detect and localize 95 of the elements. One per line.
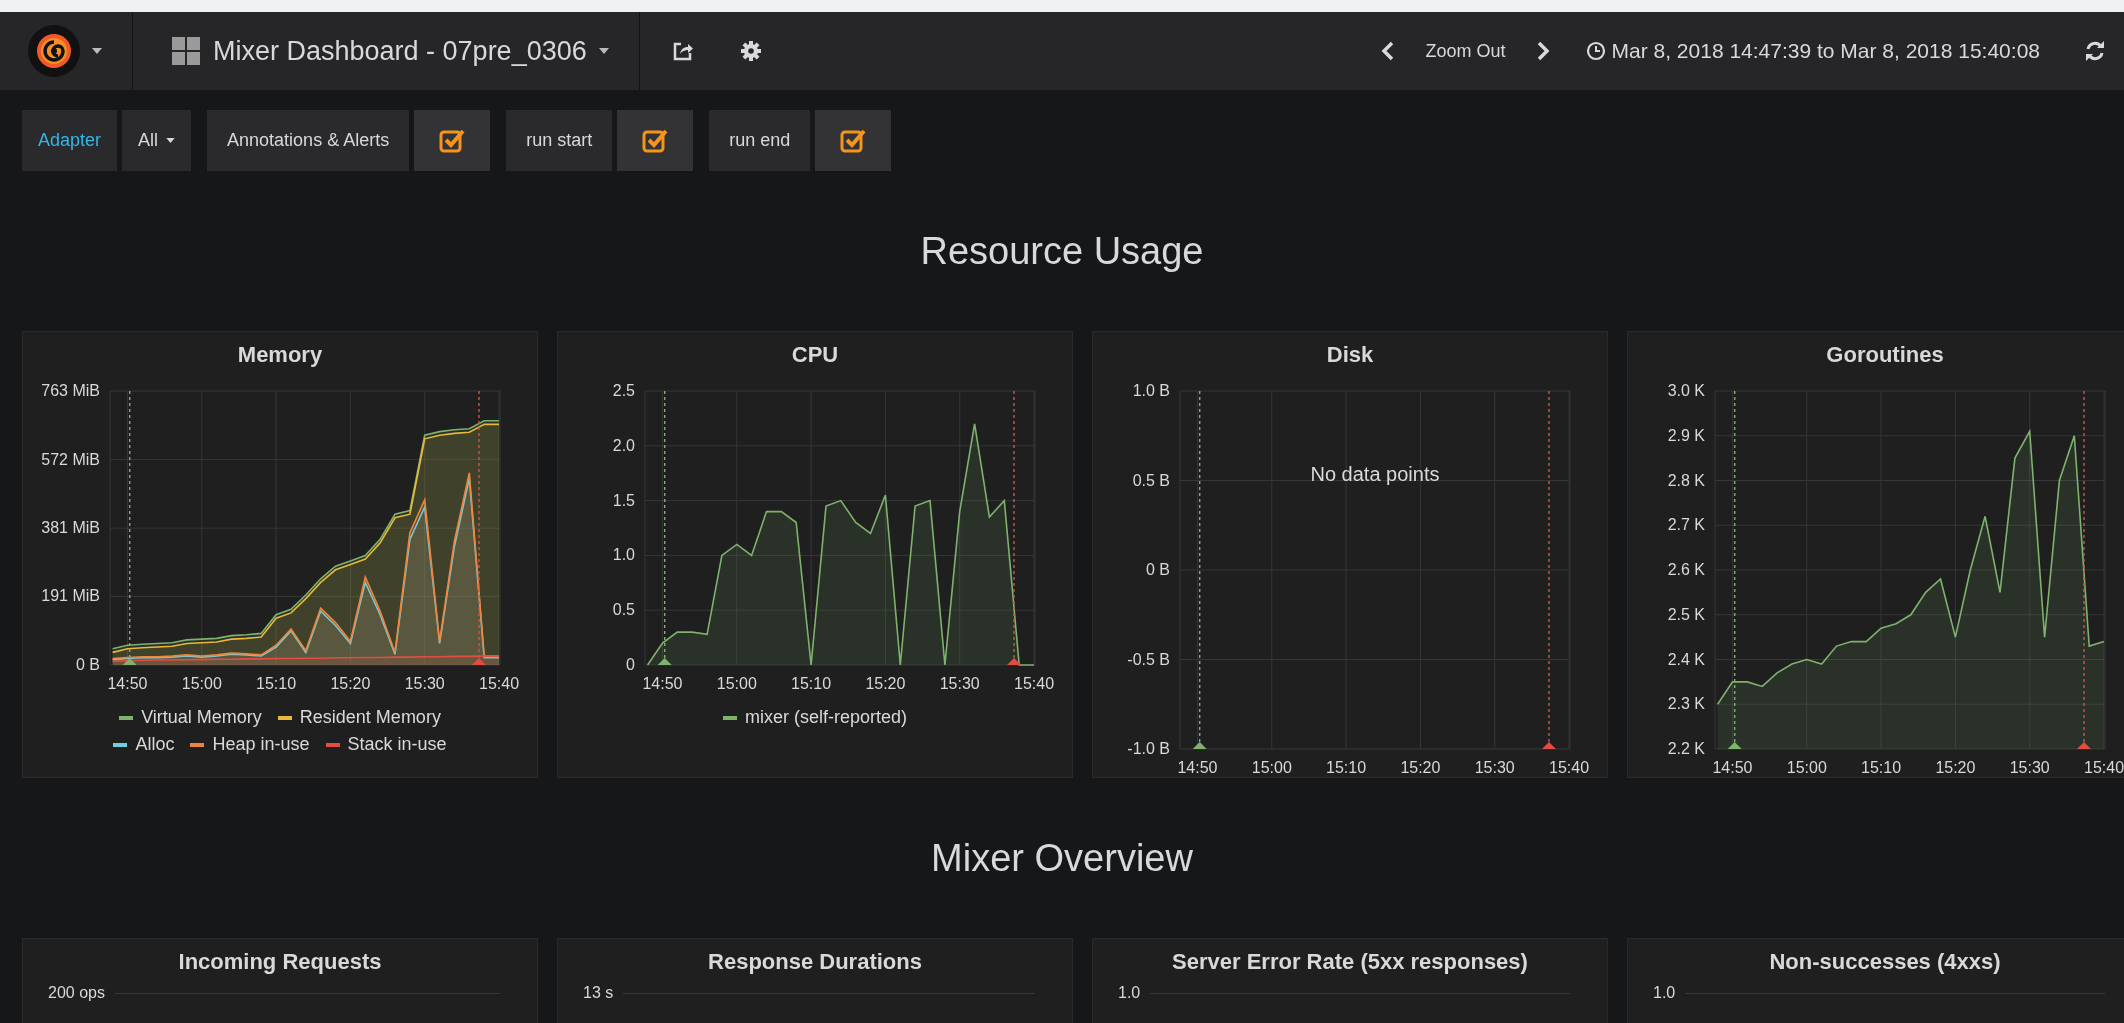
checked-icon — [439, 127, 466, 154]
y-tick-label: 1.0 B — [1132, 382, 1170, 399]
chevron-left-icon — [1381, 41, 1396, 61]
panel-title[interactable]: Goroutines — [1635, 332, 2124, 377]
y-tick-label: 2.6 K — [1667, 561, 1705, 578]
logo-icon — [28, 25, 80, 77]
clock-icon — [1585, 41, 1606, 61]
y-tick-label: 0 — [626, 656, 635, 673]
x-tick-label: 15:40 — [2084, 759, 2124, 776]
panel-title[interactable]: Server Error Rate (5xx responses) — [1100, 939, 1600, 984]
panel-title[interactable]: Disk — [1100, 332, 1600, 377]
panel-title[interactable]: Non-successes (4xxs) — [1635, 939, 2124, 984]
caret-icon — [166, 138, 176, 143]
checked-icon — [840, 127, 867, 154]
x-tick-label: 15:00 — [1251, 759, 1292, 776]
y-tick-label: 2.2 K — [1667, 740, 1705, 757]
y-tick-label: 0.5 — [612, 601, 635, 619]
y-tick-label: 2.0 — [612, 436, 635, 454]
y-tick-label: -1.0 B — [1127, 740, 1170, 757]
y-tick-label: 1.0 — [1653, 984, 1676, 1002]
y-tick-label: 13 s — [583, 984, 614, 1002]
y-tick-label: 572 MiB — [41, 450, 100, 468]
y-tick-label: 2.5 K — [1667, 605, 1705, 623]
y-tick-label: -0.5 B — [1127, 650, 1170, 668]
y-tick-label: 763 MiB — [41, 382, 100, 399]
y-tick-label: 1.0 — [1118, 984, 1141, 1002]
grid-icon — [171, 36, 201, 66]
y-tick-label: 2.7 K — [1667, 516, 1705, 534]
caret-icon — [598, 48, 609, 54]
variable-dropdown[interactable]: All — [122, 110, 192, 171]
x-tick-label: 15:40 — [1549, 759, 1590, 776]
y-tick-label: 0.5 B — [1132, 471, 1170, 489]
legend-item[interactable]: mixer (self-reported) — [722, 707, 907, 728]
settings-icon — [739, 40, 762, 62]
y-tick-label: 1.0 — [612, 546, 635, 564]
zoom-out-button[interactable]: Zoom Out — [1417, 36, 1514, 66]
y-tick-label: 2.8 K — [1667, 471, 1705, 489]
section-title: Mixer Overview — [930, 835, 1194, 881]
share-icon — [671, 40, 694, 62]
legend-item[interactable]: Resident Memory — [277, 707, 441, 728]
y-tick-label: 191 MiB — [41, 587, 100, 605]
x-tick-label: 15:40 — [479, 675, 520, 692]
y-tick-label: 2.5 — [612, 382, 635, 399]
x-tick-label: 15:40 — [1014, 675, 1055, 692]
x-tick-label: 15:00 — [1786, 759, 1827, 776]
y-tick-label: 0 B — [1146, 561, 1170, 578]
refresh-icon — [2084, 40, 2106, 62]
caret-icon — [92, 48, 102, 54]
x-tick-label: 15:10 — [256, 675, 297, 692]
legend-item[interactable]: Virtual Memory — [119, 707, 262, 728]
legend-item[interactable]: Alloc — [113, 734, 175, 755]
annotation-label: run end — [709, 110, 811, 171]
x-tick-label: 14:50 — [642, 675, 683, 692]
x-tick-label: 15:20 — [1400, 759, 1441, 776]
annotation-label: run start — [506, 110, 613, 171]
dashboard-picker-button[interactable]: Mixer Dashboard - 07pre_0306 — [133, 35, 639, 67]
x-tick-label: 15:30 — [1474, 759, 1515, 776]
time-range-button[interactable]: Mar 8, 2018 14:47:39 to Mar 8, 2018 15:40:08 — [1585, 39, 2040, 63]
x-tick-label: 15:20 — [330, 675, 371, 692]
y-tick-label: 1.5 — [612, 491, 635, 509]
x-tick-label: 15:10 — [791, 675, 832, 692]
y-tick-label: 2.9 K — [1667, 426, 1705, 444]
annotation-checkbox[interactable] — [414, 110, 491, 171]
panel-title[interactable]: Incoming Requests — [30, 939, 530, 984]
x-tick-label: 14:50 — [1712, 759, 1753, 776]
x-tick-label: 15:30 — [2009, 759, 2050, 776]
y-tick-label: 200 ops — [48, 984, 105, 1002]
x-tick-label: 14:50 — [1177, 759, 1218, 776]
x-tick-label: 15:00 — [716, 675, 757, 692]
x-tick-label: 14:50 — [107, 675, 148, 692]
legend-item[interactable]: Heap in-use — [190, 734, 310, 755]
panel-title[interactable]: Response Durations — [565, 939, 1065, 984]
annotation-label: Annotations & Alerts — [207, 110, 410, 171]
y-tick-label: 0 B — [76, 656, 100, 673]
x-tick-label: 15:10 — [1861, 759, 1902, 776]
y-tick-label: 2.3 K — [1667, 695, 1705, 713]
y-tick-label: 381 MiB — [41, 519, 100, 537]
legend-item[interactable]: Stack in-use — [325, 734, 447, 755]
x-tick-label: 15:30 — [939, 675, 980, 692]
no-data-message: No data points — [1310, 463, 1440, 485]
panel-title[interactable]: CPU — [565, 332, 1065, 377]
x-tick-label: 15:30 — [404, 675, 445, 692]
x-tick-label: 15:00 — [181, 675, 222, 692]
x-tick-label: 15:20 — [1935, 759, 1976, 776]
annotation-checkbox[interactable] — [815, 110, 892, 171]
panel-title[interactable]: Memory — [30, 332, 530, 377]
y-tick-label: 3.0 K — [1667, 382, 1705, 399]
section-title: Resource Usage — [919, 228, 1205, 274]
variable-label: Adapter — [22, 110, 118, 171]
chevron-right-icon — [1535, 41, 1550, 61]
annotation-checkbox[interactable] — [617, 110, 694, 171]
y-tick-label: 2.4 K — [1667, 650, 1705, 668]
x-tick-label: 15:20 — [865, 675, 906, 692]
checked-icon — [642, 127, 669, 154]
x-tick-label: 15:10 — [1326, 759, 1367, 776]
